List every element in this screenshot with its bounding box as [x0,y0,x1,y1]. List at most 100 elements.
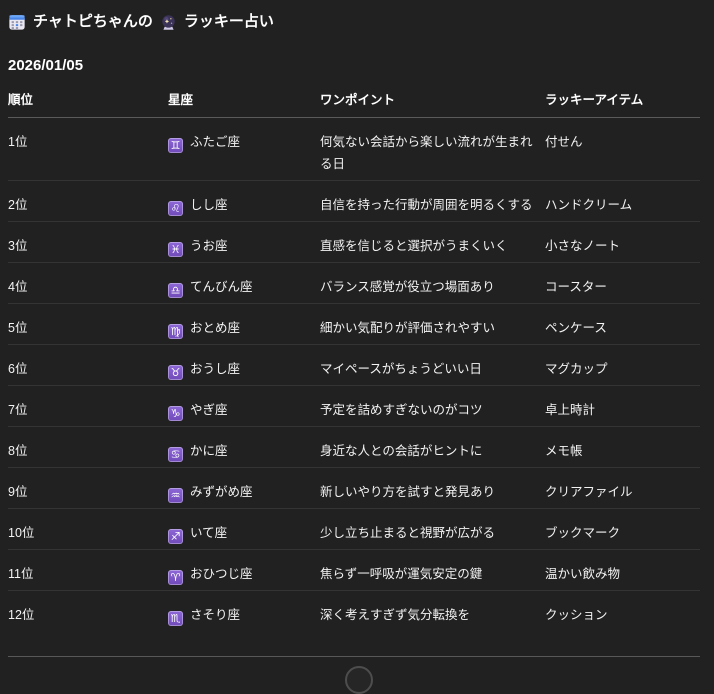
calendar-icon [8,13,26,31]
item-cell: ハンドクリーム [545,181,700,222]
point-cell: 何気ない会話から楽しい流れが生まれる日 [320,118,545,181]
table-row: 5位 ♍おとめ座 細かい気配りが評価されやすい ペンケース [8,304,700,345]
item-cell: 卓上時計 [545,386,700,427]
point-cell: 新しいやり方を試すと発見あり [320,468,545,509]
rank-label: 9位 [8,485,27,499]
point-cell: 身近な人との会話がヒントに [320,427,545,468]
item-label: クリアファイル [545,485,633,499]
rank-cell: 2位 [8,181,168,222]
sign-label: おうし座 [190,362,240,376]
point-label: 何気ない会話から楽しい流れが生まれる日 [320,135,533,171]
table-row: 1位 ♊ふたご座 何気ない会話から楽しい流れが生まれる日 付せん [8,118,700,181]
sign-cell: ♌ しし座 [168,181,320,222]
table-row: 12位 ♏ さそり座 深く考えすぎず気分転換を クッション [8,591,700,632]
item-label: 小さなノート [545,239,620,253]
point-cell: 焦らず一呼吸が運気安定の鍵 [320,550,545,591]
zodiac-icon: ♐ [168,529,183,544]
point-cell: バランス感覚が役立つ場面あり [320,263,545,304]
column-header-item: ラッキーアイテム [545,89,700,118]
point-cell: マイペースがちょうどいい日 [320,345,545,386]
title-text-1: チャトピちゃんの [33,10,153,34]
table-row: 2位 ♌ しし座 自信を持った行動が周囲を明るくする ハンドクリーム [8,181,700,222]
sign-cell: ♈おひつじ座 [168,550,320,591]
item-label: 卓上時計 [545,403,595,417]
item-label: 温かい飲み物 [545,567,620,581]
zodiac-icon: ♒ [168,488,183,503]
rank-cell: 12位 [8,591,168,632]
rank-label: 5位 [8,321,27,335]
item-label: クッション [545,608,608,622]
table-row: 7位 ♑やぎ座 予定を詰めすぎないのがコツ 卓上時計 [8,386,700,427]
sign-cell: ♋ かに座 [168,427,320,468]
fortune-date: 2026/01/05 [8,57,700,74]
item-cell: 付せん [545,118,700,181]
rank-cell: 9位 [8,468,168,509]
sign-label: おとめ座 [190,321,240,335]
item-cell: マグカップ [545,345,700,386]
item-cell: クリアファイル [545,468,700,509]
sign-cell: ♉おうし座 [168,345,320,386]
rank-label: 6位 [8,362,27,376]
point-label: 身近な人との会話がヒントに [320,444,482,458]
sign-cell: ♍おとめ座 [168,304,320,345]
page-title: チャトピちゃんの ラッキー占い [8,10,700,34]
rank-cell: 3位 [8,222,168,263]
point-label: バランス感覚が役立つ場面あり [320,280,495,294]
table-row: 3位 ♓うお座 直感を信じると選択がうまくいく 小さなノート [8,222,700,263]
point-cell: 予定を詰めすぎないのがコツ [320,386,545,427]
zodiac-icon: ♈ [168,570,183,585]
point-label: 自信を持った行動が周囲を明るくする [320,198,533,212]
point-label: 新しいやり方を試すと発見あり [320,485,495,499]
point-label: マイペースがちょうどいい日 [320,362,482,376]
item-cell: ペンケース [545,304,700,345]
crystal-ball-icon [160,14,177,31]
item-cell: コースター [545,263,700,304]
sign-cell: ♒みずがめ座 [168,468,320,509]
point-cell: 深く考えすぎず気分転換を [320,591,545,632]
item-cell: ブックマーク [545,509,700,550]
point-label: 深く考えすぎず気分転換を [320,608,470,622]
zodiac-icon: ♑ [168,406,183,421]
zodiac-icon: ♎ [168,283,183,298]
sign-cell: ♏ さそり座 [168,591,320,632]
sign-label: やぎ座 [190,403,228,417]
point-label: 焦らず一呼吸が運気安定の鍵 [320,567,482,581]
table-row: 4位 ♎てんびん座 バランス感覚が役立つ場面あり コースター [8,263,700,304]
item-label: マグカップ [545,362,608,376]
table-row: 6位 ♉おうし座 マイペースがちょうどいい日 マグカップ [8,345,700,386]
sign-cell: ♐いて座 [168,509,320,550]
table-row: 8位 ♋かに座 身近な人との会話がヒントに メモ帳 [8,427,700,468]
sign-label: さそり座 [190,608,240,622]
rank-label: 10位 [8,526,34,540]
zodiac-icon: ♏ [168,611,183,626]
sign-label: ふたご座 [190,135,240,149]
fortune-table: 順位 星座 ワンポイント ラッキーアイテム 1位 ♊ふたご座 何気ない会話から楽… [8,89,700,631]
item-label: コースター [545,280,607,294]
point-label: 予定を詰めすぎないのがコツ [320,403,483,417]
point-cell: 細かい気配りが評価されやすい [320,304,545,345]
item-label: ハンドクリーム [545,198,632,212]
table-row: 11位 ♈おひつじ座 焦らず一呼吸が運気安定の鍵 温かい飲み物 [8,550,700,591]
column-header-rank: 順位 [8,89,168,118]
point-cell: 自信を持った行動が周囲を明るくする [320,181,545,222]
sign-cell: ♎ てんびん座 [168,263,320,304]
rank-label: 3位 [8,239,27,253]
item-cell: 温かい飲み物 [545,550,700,591]
chat-message: チャトピちゃんの ラッキー占い 2026/01/05 順位 星座 ワンポイント … [8,10,700,631]
scroll-to-bottom-button[interactable] [345,666,373,694]
sign-label: てんびん座 [190,280,253,294]
sign-label: しし座 [190,198,228,212]
title-text-2: ラッキー占い [184,10,274,34]
sign-label: かに座 [190,444,228,458]
zodiac-icon: ♓ [168,242,183,257]
rank-cell: 11位 [8,550,168,591]
point-label: 細かい気配りが評価されやすい [320,321,495,335]
rank-label: 2位 [8,198,27,212]
zodiac-icon: ♌ [168,201,183,216]
rank-label: 12位 [8,608,34,622]
point-label: 直感を信じると選択がうまくいく [320,239,508,253]
item-label: ブックマーク [545,526,620,540]
rank-label: 1位 [8,135,27,149]
zodiac-icon: ♋ [168,447,183,462]
table-row: 10位 ♐いて座 少し立ち止まると視野が広がる ブックマーク [8,509,700,550]
